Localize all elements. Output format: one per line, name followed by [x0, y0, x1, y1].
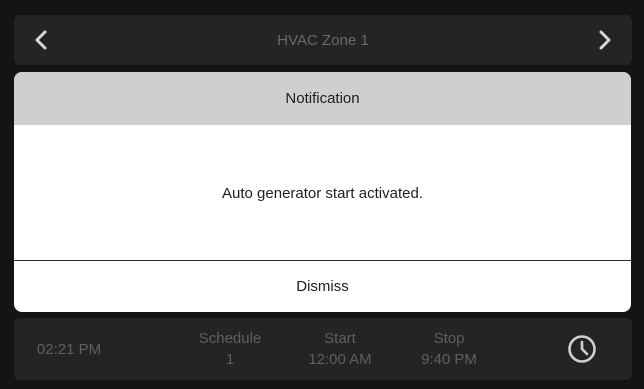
dialog-message: Auto generator start activated.: [222, 184, 423, 202]
header-bar: HVAC Zone 1: [14, 15, 632, 65]
stop-label: Stop: [433, 330, 465, 347]
zone-title: HVAC Zone 1: [277, 31, 369, 49]
schedule-label: Schedule: [198, 330, 262, 347]
current-time-value: 02:21 PM: [36, 340, 102, 358]
start-value: 12:00 AM: [308, 351, 372, 368]
prev-zone-button[interactable]: [28, 27, 54, 53]
stop-value: 9:40 PM: [421, 351, 477, 368]
chevron-left-icon: [35, 30, 47, 50]
dismiss-button[interactable]: Dismiss: [14, 261, 631, 312]
dialog-title: Notification: [14, 72, 631, 125]
clock-button[interactable]: [566, 333, 598, 365]
hvac-screen: HVAC Zone 1 02:21 PM Schedule 1 Start 12…: [0, 0, 644, 389]
start-info: Start 12:00 AM: [290, 318, 390, 380]
current-time: 02:21 PM: [24, 318, 114, 380]
footer-bar: 02:21 PM Schedule 1 Start 12:00 AM Stop …: [14, 318, 632, 380]
schedule-info: Schedule 1: [179, 318, 281, 380]
clock-icon: [568, 335, 596, 363]
chevron-right-icon: [599, 30, 611, 50]
stop-info: Stop 9:40 PM: [399, 318, 499, 380]
notification-dialog: Notification Auto generator start activa…: [14, 72, 631, 312]
schedule-value: 1: [225, 351, 235, 368]
start-label: Start: [324, 330, 356, 347]
next-zone-button[interactable]: [592, 27, 618, 53]
